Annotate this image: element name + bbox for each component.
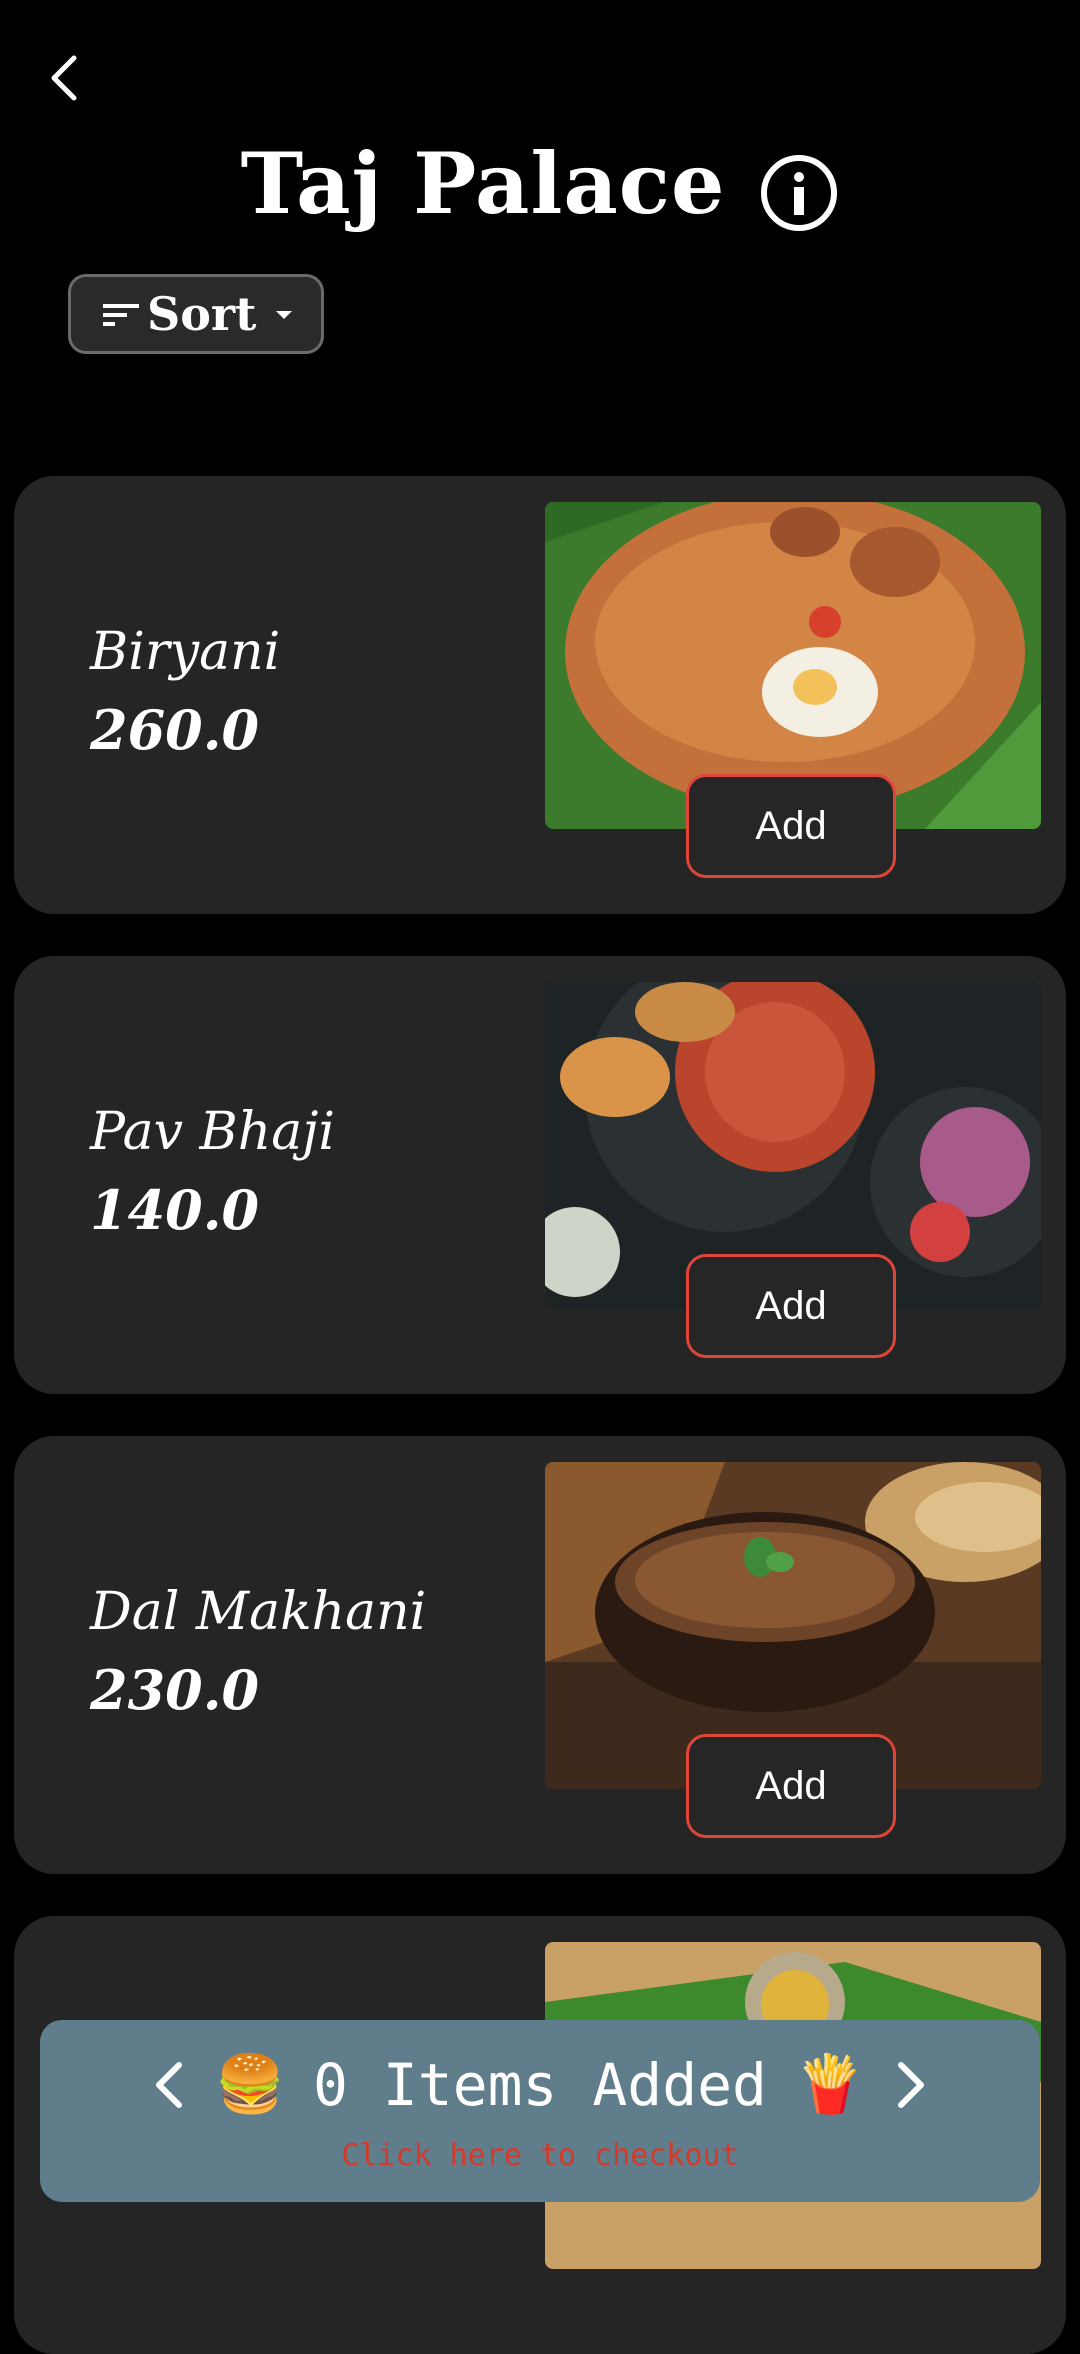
checkout-hint: Click here to checkout <box>341 2138 739 2173</box>
checkout-bar[interactable]: 🍔 0 Items Added 🍟 Click here to checkout <box>40 2020 1040 2202</box>
item-name: Dal Makhani <box>90 1582 427 1642</box>
header: Taj Palace <box>0 118 1080 248</box>
fries-icon: 🍟 <box>794 2052 865 2117</box>
cart-summary: 🍔 0 Items Added 🍟 <box>40 2048 1040 2122</box>
item-name: Biryani <box>90 622 281 682</box>
cart-count: 0 Items Added <box>313 2051 767 2119</box>
chevron-left-icon <box>156 2062 183 2108</box>
caret-down-icon <box>276 311 293 319</box>
item-price: 260.0 <box>90 698 260 762</box>
item-name: Pav Bhaji <box>90 1102 336 1162</box>
back-button[interactable] <box>44 50 88 106</box>
menu-item-card: Pav Bhaji 140.0 Add <box>14 956 1066 1394</box>
add-button[interactable]: Add <box>686 1254 896 1358</box>
item-price: 230.0 <box>90 1658 260 1722</box>
menu-item-card: Biryani 260.0 Add <box>14 476 1066 914</box>
item-price: 140.0 <box>90 1178 260 1242</box>
add-button[interactable]: Add <box>686 774 896 878</box>
info-button[interactable] <box>759 153 839 233</box>
info-icon <box>761 155 838 231</box>
restaurant-title: Taj Palace <box>240 133 726 233</box>
back-chevron-icon <box>51 55 77 101</box>
menu-item-card: Dal Makhani 230.0 Add <box>14 1436 1066 1874</box>
add-button[interactable]: Add <box>686 1734 896 1838</box>
chevron-right-icon <box>897 2062 924 2108</box>
sort-label: Sort <box>147 287 257 341</box>
sort-icon <box>103 304 139 326</box>
burger-icon: 🍔 <box>215 2052 286 2117</box>
sort-button[interactable]: Sort <box>68 274 324 354</box>
